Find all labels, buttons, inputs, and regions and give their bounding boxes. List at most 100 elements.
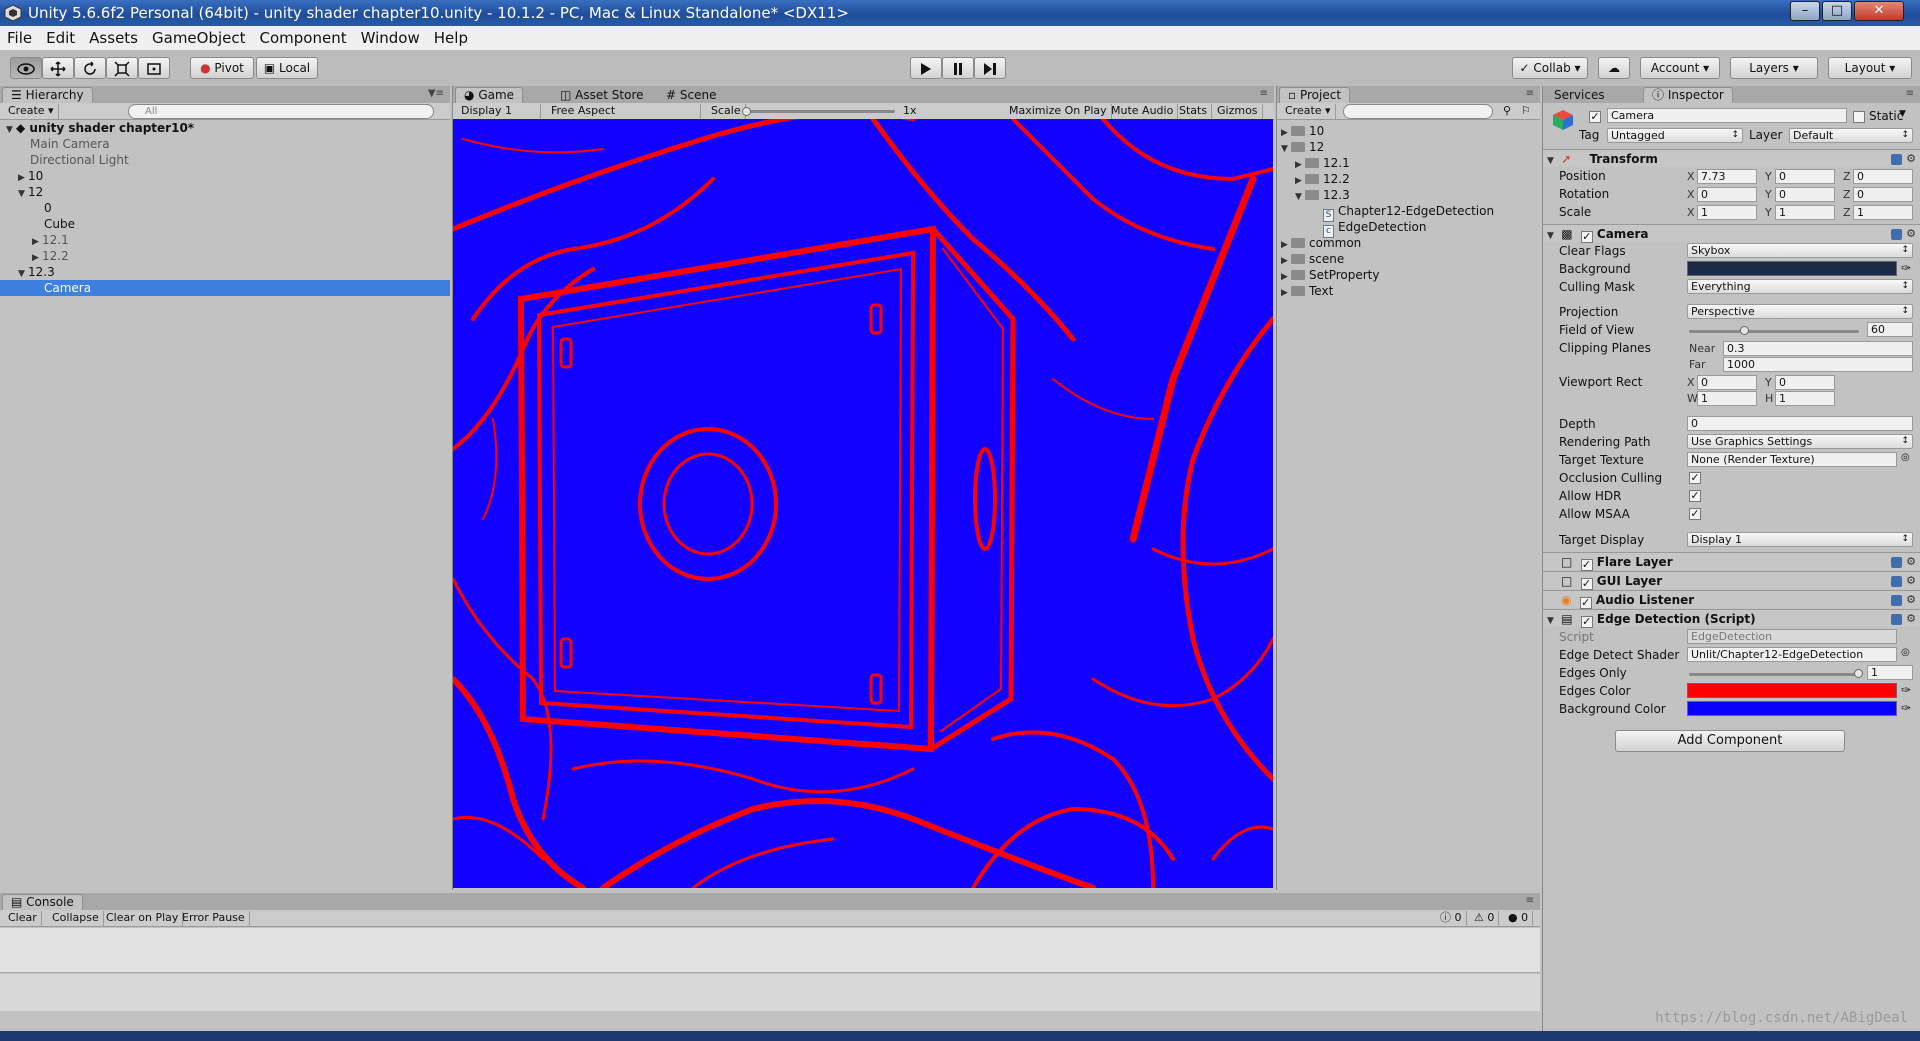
camera-enabled-checkbox[interactable]: ✓ <box>1580 231 1593 243</box>
rotation-x-field[interactable]: 0 <box>1697 187 1757 202</box>
viewport-x-field[interactable]: 0 <box>1697 375 1757 390</box>
hierarchy-item-0[interactable]: 0 <box>0 200 450 216</box>
viewport-h-field[interactable]: 1 <box>1775 391 1835 406</box>
eyedropper-icon[interactable]: ✑ <box>1901 701 1911 715</box>
expand-arrow-icon[interactable]: ▼ <box>1547 227 1557 245</box>
collapsed-arrow-icon[interactable]: ▶ <box>1281 285 1291 301</box>
scale-y-field[interactable]: 1 <box>1775 205 1835 220</box>
tab-scene[interactable]: # Scene <box>657 87 726 103</box>
help-book-icon[interactable] <box>1891 229 1902 240</box>
project-folder-12-2[interactable]: ▶ 12.2 <box>1295 171 1350 187</box>
console-collapse-toggle[interactable]: Collapse <box>48 911 104 926</box>
menu-help[interactable]: Help <box>427 29 475 47</box>
hierarchy-item-main-camera[interactable]: Main Camera <box>0 136 450 152</box>
layer-dropdown[interactable]: Default <box>1789 128 1913 143</box>
viewport-y-field[interactable]: 0 <box>1775 375 1835 390</box>
help-book-icon[interactable] <box>1891 557 1902 568</box>
hierarchy-item-camera[interactable]: Camera <box>0 280 450 296</box>
project-file-script[interactable]: c EdgeDetection <box>1323 219 1427 238</box>
console-warning-filter[interactable]: ⚠ 0 <box>1470 911 1500 926</box>
tab-game[interactable]: ◕ Game <box>455 87 524 103</box>
field-of-view-field[interactable]: 60 <box>1867 322 1913 337</box>
console-clear-on-play-toggle[interactable]: Clear on Play <box>102 911 184 926</box>
layout-dropdown[interactable]: Layout ▾ <box>1828 57 1912 79</box>
menu-gameobject[interactable]: GameObject <box>145 29 253 47</box>
panel-menu-icon[interactable]: ≡ <box>1906 88 1914 99</box>
scene-root[interactable]: ▼ ◆ unity shader chapter10* <box>0 120 450 136</box>
edge-detection-checkbox[interactable]: ✓ <box>1580 616 1593 628</box>
play-button[interactable] <box>910 57 942 79</box>
console-clear-button[interactable]: Clear <box>4 911 42 926</box>
near-clip-field[interactable]: 0.3 <box>1723 341 1913 356</box>
static-dropdown-arrow-icon[interactable]: ▼ <box>1899 109 1906 119</box>
scale-slider[interactable] <box>745 110 895 113</box>
collab-dropdown[interactable]: ✓ Collab ▾ <box>1512 57 1588 79</box>
project-folder-10[interactable]: ▶ 10 <box>1281 123 1324 139</box>
flare-layer-component-header[interactable]: □ ✓ Flare Layer ⚙ <box>1543 552 1920 571</box>
view-tool-button[interactable] <box>10 57 42 79</box>
step-button[interactable] <box>974 57 1006 79</box>
edges-only-slider[interactable] <box>1689 673 1859 676</box>
console-log-area[interactable] <box>0 928 1540 973</box>
tab-hierarchy[interactable]: ☰ Hierarchy <box>2 87 93 103</box>
game-view-render[interactable] <box>453 119 1273 888</box>
help-book-icon[interactable] <box>1891 154 1902 165</box>
layers-dropdown[interactable]: Layers ▾ <box>1730 57 1818 79</box>
target-display-dropdown[interactable]: Display 1 <box>1687 532 1913 547</box>
console-error-pause-toggle[interactable]: Error Pause <box>178 911 250 926</box>
hierarchy-item-12[interactable]: ▼ 12 <box>0 184 450 200</box>
rotation-z-field[interactable]: 0 <box>1853 187 1913 202</box>
move-tool-button[interactable] <box>42 57 74 79</box>
field-of-view-slider-handle[interactable] <box>1740 326 1750 335</box>
panel-menu-icon[interactable]: ≡ <box>1260 88 1268 99</box>
object-picker-icon[interactable]: ◎ <box>1901 647 1910 658</box>
project-folder-12-1[interactable]: ▶ 12.1 <box>1295 155 1350 171</box>
gear-icon[interactable]: ⚙ <box>1906 591 1916 609</box>
flare-layer-checkbox[interactable]: ✓ <box>1580 559 1593 571</box>
gear-icon[interactable]: ⚙ <box>1906 225 1916 243</box>
hierarchy-item-directional-light[interactable]: Directional Light <box>0 152 450 168</box>
scale-x-field[interactable]: 1 <box>1697 205 1757 220</box>
camera-component-header[interactable]: ▼ ▩ ✓ Camera ⚙ <box>1543 224 1920 245</box>
allow-msaa-checkbox[interactable]: ✓ <box>1689 508 1701 520</box>
static-checkbox[interactable] <box>1853 111 1865 123</box>
console-info-filter[interactable]: ⓘ 0 <box>1436 911 1467 926</box>
close-button[interactable]: ✕ <box>1854 1 1904 21</box>
project-folder-12-3[interactable]: ▼ 12.3 <box>1295 187 1350 203</box>
viewport-w-field[interactable]: 1 <box>1697 391 1757 406</box>
scale-z-field[interactable]: 1 <box>1853 205 1913 220</box>
hierarchy-item-12-1[interactable]: ▶ 12.1 <box>0 232 450 248</box>
hierarchy-create-button[interactable]: Create ▾ <box>4 104 59 119</box>
project-search-input[interactable] <box>1343 104 1493 119</box>
culling-mask-dropdown[interactable]: Everything <box>1687 279 1913 294</box>
edge-detect-shader-field[interactable]: Unlit/Chapter12-EdgeDetection <box>1687 647 1897 662</box>
tab-console[interactable]: ▤ Console <box>2 894 83 910</box>
hierarchy-item-10[interactable]: ▶ 10 <box>0 168 450 184</box>
field-of-view-slider[interactable] <box>1689 330 1859 333</box>
tab-inspector[interactable]: ⓘ Inspector <box>1643 87 1733 103</box>
gameobject-name-field[interactable]: Camera <box>1607 108 1847 123</box>
audio-listener-checkbox[interactable]: ✓ <box>1579 597 1592 609</box>
maximize-button[interactable]: □ <box>1822 1 1852 21</box>
project-folder-text[interactable]: ▶ Text <box>1281 283 1333 299</box>
project-folder-scene[interactable]: ▶ scene <box>1281 251 1344 267</box>
scale-tool-button[interactable] <box>106 57 138 79</box>
gear-icon[interactable]: ⚙ <box>1906 572 1916 590</box>
pause-button[interactable] <box>942 57 974 79</box>
gear-icon[interactable]: ⚙ <box>1906 553 1916 571</box>
background-color-swatch[interactable] <box>1687 261 1897 276</box>
display-dropdown[interactable]: Display 1 <box>457 104 541 119</box>
account-dropdown[interactable]: Account ▾ <box>1640 57 1720 79</box>
position-y-field[interactable]: 0 <box>1775 169 1835 184</box>
rotation-y-field[interactable]: 0 <box>1775 187 1835 202</box>
menu-file[interactable]: File <box>0 29 39 47</box>
panel-menu-icon[interactable]: ≡ <box>1526 88 1534 99</box>
transform-component-header[interactable]: ▼ ➚ Transform ⚙ <box>1543 149 1920 167</box>
object-picker-icon[interactable]: ◎ <box>1901 452 1910 463</box>
background-color-swatch[interactable] <box>1687 701 1897 716</box>
far-clip-field[interactable]: 1000 <box>1723 357 1913 372</box>
eyedropper-icon[interactable]: ✑ <box>1901 261 1911 275</box>
position-x-field[interactable]: 7.73 <box>1697 169 1757 184</box>
gear-icon[interactable]: ⚙ <box>1906 150 1916 168</box>
scale-slider-handle[interactable] <box>742 107 751 116</box>
